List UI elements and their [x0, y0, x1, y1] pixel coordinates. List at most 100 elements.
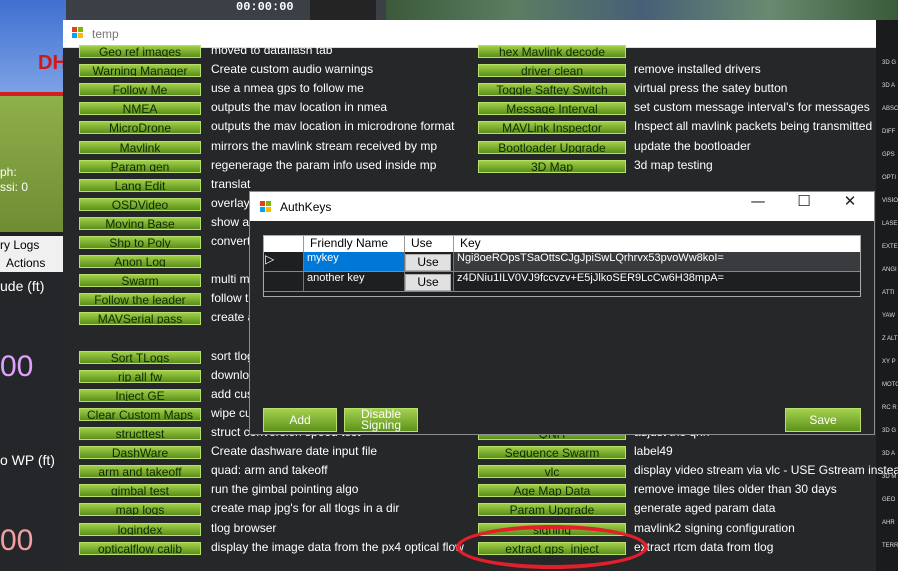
tool-button[interactable]: NMEA — [79, 102, 201, 115]
tool-description: remove image tiles older than 30 days — [634, 482, 837, 496]
tool-button[interactable]: Sort TLogs — [79, 351, 201, 364]
background-quick-panel: ude (ft) 00 o WP (ft) 00 — [0, 272, 66, 571]
hud-panel: DH ph: ssi: 0 — [0, 0, 66, 232]
key-cell[interactable]: z4DNiu1ILV0VJ9fccvzv+E5jJlkoSER9LcCw6H38… — [454, 272, 860, 292]
tool-description: outputs the mav location in microdrone f… — [211, 119, 455, 133]
tool-description: generate aged param data — [634, 501, 776, 515]
authkeys-dialog: AuthKeys — ☐ ✕ Friendly Name Use Key ▷ m… — [249, 191, 875, 435]
tab-actions[interactable]: Actions — [6, 255, 45, 271]
tool-button[interactable]: Clear Custom Maps — [79, 408, 201, 421]
tool-description: set custom message interval's for messag… — [634, 100, 870, 114]
tool-button[interactable]: structtest — [79, 427, 201, 440]
tool-description: regenerage the param info used inside mp — [211, 158, 437, 172]
tool-button[interactable]: MAVLink Inspector — [478, 121, 626, 134]
key-cell[interactable]: Ngi8oeROpsTSaOttsCJgJpiSwLQrhrvx53pvoWw8… — [454, 252, 860, 272]
tool-description: create map jpg's for all tlogs in a dir — [211, 501, 400, 515]
tool-description: virtual press the satey button — [634, 81, 788, 95]
tool-button[interactable]: OSDVideo — [79, 198, 201, 211]
tool-button[interactable]: Geo ref images — [79, 45, 201, 58]
tool-button[interactable]: DashWare — [79, 446, 201, 459]
tool-button[interactable]: arm and takeoff — [79, 465, 201, 478]
tool-button[interactable]: 3D Map — [478, 160, 626, 173]
hud-label: ssi: 0 — [0, 180, 29, 194]
hud-ground — [0, 95, 66, 232]
hud-mode-text: DH — [38, 52, 66, 74]
tool-button[interactable]: Moving Base — [79, 217, 201, 230]
tool-button[interactable]: Anon Log — [79, 255, 201, 268]
friendly-name-cell[interactable]: mykey — [304, 252, 405, 272]
minimize-icon[interactable]: — — [735, 192, 781, 221]
tool-description: Create dashware date input file — [211, 444, 378, 458]
tool-button[interactable]: Lang Edit — [79, 179, 201, 192]
tool-description: quad: arm and takeoff — [211, 463, 328, 477]
quick-view-label: LASE — [882, 221, 898, 227]
tool-button[interactable]: MicroDrone — [79, 121, 201, 134]
map-thumbnail — [310, 0, 376, 20]
hud-clock: 00:00:00 — [236, 0, 294, 14]
temp-window-title: temp — [92, 27, 119, 41]
tool-description: run the gimbal pointing algo — [211, 482, 359, 496]
tool-button[interactable]: gimbal test — [79, 484, 201, 497]
quick-view-label: 3D A — [882, 451, 896, 457]
tool-button[interactable]: Bootloader Upgrade — [478, 141, 626, 154]
quick-view-label: GEO — [882, 497, 896, 503]
tool-button[interactable]: hex Mavlink decode — [478, 45, 626, 58]
tool-button[interactable]: driver clean — [478, 64, 626, 77]
tool-button[interactable]: Param Upgrade — [478, 503, 626, 516]
quick-view-label: OPTI — [882, 175, 897, 181]
tool-button[interactable]: vlc — [478, 465, 626, 478]
tool-description: use a nmea gps to follow me — [211, 81, 364, 95]
use-button[interactable]: Use — [405, 274, 451, 291]
column-header-use[interactable]: Use — [405, 236, 454, 252]
tool-button[interactable]: Mavlink — [79, 141, 201, 154]
tool-button[interactable]: map logs — [79, 503, 201, 516]
tool-button[interactable]: Warning Manager — [79, 64, 201, 77]
tool-button[interactable]: logindex — [79, 523, 201, 536]
tool-description: outputs the mav location in nmea — [211, 100, 388, 114]
background-right-list: 3D G 3D A ABSC DIFF GPS OPTI VISIO LASE EXTE TRU… — [876, 20, 898, 571]
tool-button[interactable]: rip all fw — [79, 370, 201, 383]
tool-description: convert — [211, 234, 251, 248]
authkeys-grid: Friendly Name Use Key ▷ mykey Use Ngi8oe… — [263, 235, 861, 297]
distance-to-wp-value: 00 — [0, 524, 34, 557]
friendly-name-cell[interactable]: another key — [304, 272, 405, 292]
row-selector-icon[interactable]: ▷ — [264, 252, 304, 272]
altitude-value: 00 — [0, 350, 34, 383]
tool-button[interactable]: Follow Me — [79, 83, 201, 96]
quick-view-label: VISIO — [882, 198, 898, 204]
disable-signing-button[interactable]: Disable Signing — [344, 408, 418, 432]
tool-button[interactable]: Sequence Swarm — [478, 446, 626, 459]
tool-button[interactable]: opticalflow calib — [79, 542, 201, 555]
tool-button[interactable]: Shp to Poly — [79, 236, 201, 249]
map-view — [386, 0, 898, 20]
tool-description: tlog browser — [211, 521, 277, 535]
tool-button[interactable]: Swarm — [79, 274, 201, 287]
tool-button[interactable]: Age Map Data — [478, 484, 626, 497]
highlight-ring — [456, 525, 648, 569]
app-icon — [72, 27, 84, 39]
tool-button[interactable]: Param gen — [79, 160, 201, 173]
tool-button[interactable]: Toggle Saftey Switch — [478, 83, 626, 96]
tool-button[interactable]: Message Interval — [478, 102, 626, 115]
close-icon[interactable]: ✕ — [827, 192, 873, 221]
quick-view-label: TERR — [882, 543, 898, 549]
tool-description: extract rtcm data from tlog — [634, 540, 774, 554]
distance-to-wp-label: o WP (ft) — [0, 452, 55, 468]
column-header-key[interactable]: Key — [454, 236, 860, 252]
use-cell: Use — [405, 272, 454, 292]
quick-view-label: 3D G — [882, 428, 897, 434]
row-selector[interactable] — [264, 272, 304, 292]
quick-view-label: RC R — [882, 405, 897, 411]
save-button[interactable]: Save — [785, 408, 861, 432]
quick-view-label: GPS — [882, 152, 895, 158]
add-button[interactable]: Add — [263, 408, 337, 432]
tool-description: mavlink2 signing configuration — [634, 521, 795, 535]
use-button[interactable]: Use — [405, 254, 451, 271]
tool-button[interactable]: Follow the leader — [79, 293, 201, 306]
tool-button[interactable]: Inject GE — [79, 389, 201, 402]
tab-logs[interactable]: ry Logs — [0, 237, 39, 253]
maximize-icon[interactable]: ☐ — [781, 192, 827, 221]
tool-button[interactable]: MAVSerial pass — [79, 312, 201, 325]
quick-view-label: XY P — [882, 359, 896, 365]
column-header-friendly-name[interactable]: Friendly Name — [304, 236, 405, 252]
